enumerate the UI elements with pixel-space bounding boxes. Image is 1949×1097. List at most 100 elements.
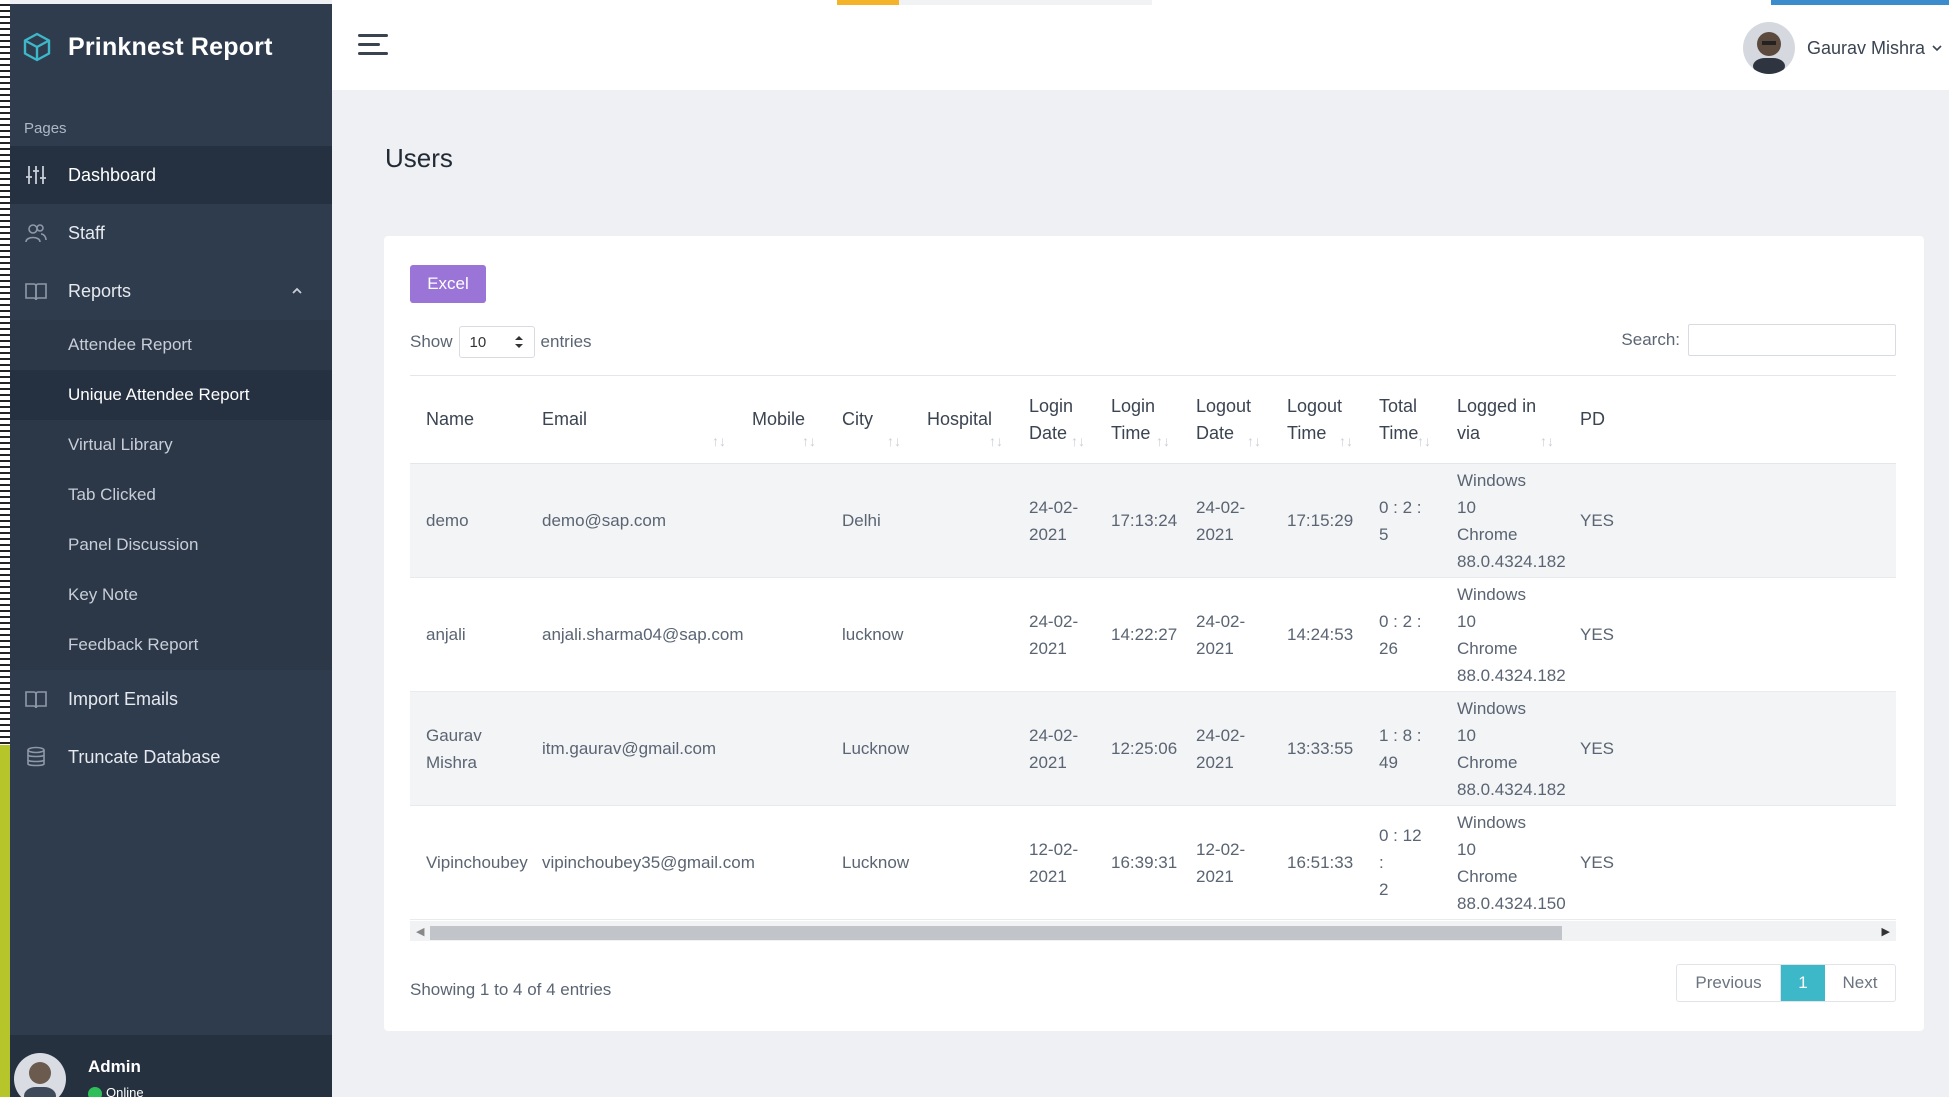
table-row[interactable]: anjali anjali.sharma04@sap.com lucknow 2… — [410, 577, 1896, 692]
cell-name: Gaurav Mishra — [410, 691, 526, 806]
online-status-text: Online — [106, 1085, 144, 1097]
submenu-item-virtual-library[interactable]: Virtual Library — [10, 420, 332, 470]
cell-logged-in-via: Windows 10 Chrome 88.0.4324.182 — [1441, 691, 1566, 806]
submenu-item-unique-attendee-report[interactable]: Unique Attendee Report — [10, 370, 332, 420]
table-row[interactable]: Gaurav Mishra itm.gaurav@gmail.com Luckno… — [410, 691, 1896, 806]
sidebar-item-label: Import Emails — [68, 688, 179, 709]
avatar — [14, 1053, 66, 1097]
submenu-item-attendee-report[interactable]: Attendee Report — [10, 320, 332, 370]
avatar — [1742, 22, 1795, 74]
column-header-logged-in-via[interactable]: Logged in via ↑↓ — [1441, 375, 1564, 464]
sidebar-item-dashboard[interactable]: Dashboard — [10, 146, 332, 204]
excel-export-button[interactable]: Excel — [410, 265, 486, 303]
search-input[interactable] — [1688, 324, 1896, 356]
entries-length-control: Show 10 entries — [410, 326, 592, 358]
cell-logout-time: 14:24:53 — [1271, 577, 1363, 692]
cell-city: Lucknow — [826, 691, 911, 806]
topbar: Gaurav Mishra — [332, 0, 1949, 90]
sort-icon: ↑↓ — [1156, 433, 1170, 449]
table-scroll-area: Name Email ↑↓ Mobile ↑↓ City ↑↓ Hospital ↑↓ … — [410, 375, 1896, 921]
database-icon — [24, 745, 48, 769]
users-table-card: Excel Show 10 entries Search: Name Email… — [384, 236, 1924, 1031]
column-header-total-time[interactable]: Total Time ↑↓ — [1363, 375, 1441, 464]
chevron-up-icon[interactable] — [290, 284, 304, 298]
show-label: Show — [410, 332, 453, 351]
column-header-logout-time[interactable]: Logout Time ↑↓ — [1271, 375, 1363, 464]
cell-name: Vipinchoubey — [410, 805, 528, 920]
cell-logout-date: 24-02- 2021 — [1180, 463, 1271, 578]
page-title: Users — [385, 143, 453, 173]
cell-login-time: 12:25:06 — [1095, 691, 1180, 806]
cell-logged-in-via: Windows 10 Chrome 88.0.4324.150 — [1441, 805, 1566, 920]
cell-logout-time: 16:51:33 — [1271, 805, 1363, 920]
cell-mobile — [736, 463, 826, 578]
scrollbar-thumb[interactable] — [430, 926, 1562, 940]
cell-pd: YES — [1564, 577, 1896, 692]
submenu-item-key-note[interactable]: Key Note — [10, 570, 332, 620]
sort-icon: ↑↓ — [887, 433, 901, 449]
left-edge-strip — [0, 0, 10, 1097]
reports-submenu: Attendee Report Unique Attendee Report V… — [10, 320, 332, 670]
scroll-right-icon[interactable]: ▶ — [1882, 925, 1890, 938]
column-header-hospital[interactable]: Hospital ↑↓ — [911, 375, 1013, 464]
select-updown-icon — [514, 336, 523, 348]
sidebar-item-truncate-database[interactable]: Truncate Database — [10, 728, 332, 786]
user-menu[interactable]: Gaurav Mishra — [1742, 22, 1943, 74]
menu-toggle-icon[interactable] — [358, 34, 390, 60]
cell-hospital — [911, 577, 1013, 692]
column-header-city[interactable]: City ↑↓ — [826, 375, 911, 464]
brand-title: Prinknest Report — [68, 32, 273, 61]
sidebar-item-label: Truncate Database — [68, 746, 221, 767]
sidebar-item-reports[interactable]: Reports — [10, 262, 332, 320]
column-header-name[interactable]: Name — [410, 375, 526, 464]
column-header-login-date[interactable]: Login Date ↑↓ — [1013, 375, 1095, 464]
page-1-button[interactable]: 1 — [1781, 965, 1825, 1001]
book-icon — [24, 687, 48, 711]
next-page-button[interactable]: Next — [1825, 965, 1895, 1001]
scroll-left-icon[interactable]: ◀ — [416, 925, 424, 938]
cell-pd: YES — [1564, 463, 1896, 578]
previous-page-button[interactable]: Previous — [1677, 965, 1781, 1001]
pagination: Previous 1 Next — [1676, 964, 1896, 1002]
table-info: Showing 1 to 4 of 4 entries — [410, 980, 612, 999]
column-header-email[interactable]: Email ↑↓ — [526, 375, 736, 464]
cell-login-date: 12-02- 2021 — [1013, 805, 1095, 920]
cell-login-date: 24-02- 2021 — [1013, 577, 1095, 692]
sort-icon: ↑↓ — [1540, 433, 1554, 449]
cell-city: lucknow — [826, 577, 911, 692]
sidebar-section-label: Pages — [24, 120, 67, 137]
user-name: Gaurav Mishra — [1806, 37, 1925, 58]
table-row[interactable]: Vipinchoubey vipinchoubey35@gmail.com Lu… — [410, 805, 1896, 920]
submenu-item-panel-discussion[interactable]: Panel Discussion — [10, 520, 332, 570]
submenu-item-feedback-report[interactable]: Feedback Report — [10, 620, 332, 670]
cell-logout-time: 13:33:55 — [1271, 691, 1363, 806]
sliders-icon — [24, 163, 48, 187]
users-icon — [24, 221, 48, 245]
sidebar-item-label: Dashboard — [68, 164, 157, 185]
cell-login-time: 16:39:31 — [1095, 805, 1180, 920]
column-header-login-time[interactable]: Login Time ↑↓ — [1095, 375, 1180, 464]
table-row[interactable]: demo demo@sap.com Delhi 24-02- 2021 17:13… — [410, 463, 1896, 578]
brand[interactable]: Prinknest Report — [10, 4, 332, 90]
submenu-item-tab-clicked[interactable]: Tab Clicked — [10, 470, 332, 520]
cell-logout-date: 24-02- 2021 — [1180, 577, 1271, 692]
sidebar-item-import-emails[interactable]: Import Emails — [10, 670, 332, 728]
cell-hospital — [911, 805, 1013, 920]
sidebar-item-staff[interactable]: Staff — [10, 204, 332, 262]
edge-accent — [0, 745, 10, 1097]
search-label: Search: — [1621, 330, 1680, 349]
column-header-mobile[interactable]: Mobile ↑↓ — [736, 375, 826, 464]
sort-icon: ↑↓ — [989, 433, 1003, 449]
sort-icon: ↑↓ — [802, 433, 816, 449]
cell-email: demo@sap.com — [526, 463, 736, 578]
cell-total-time: 0 : 12 :2 — [1363, 805, 1441, 920]
column-header-logout-date[interactable]: Logout Date ↑↓ — [1180, 375, 1271, 464]
entries-select[interactable]: 10 — [458, 326, 535, 358]
cell-total-time: 0 : 2 :26 — [1363, 577, 1441, 692]
sidebar-user-panel[interactable]: Admin Online — [10, 1035, 332, 1097]
cell-hospital — [911, 691, 1013, 806]
horizontal-scrollbar[interactable]: ◀ ▶ — [410, 921, 1896, 941]
cell-city: Delhi — [826, 463, 911, 578]
cell-logout-time: 17:15:29 — [1271, 463, 1363, 578]
column-header-pd[interactable]: PD — [1564, 375, 1896, 464]
